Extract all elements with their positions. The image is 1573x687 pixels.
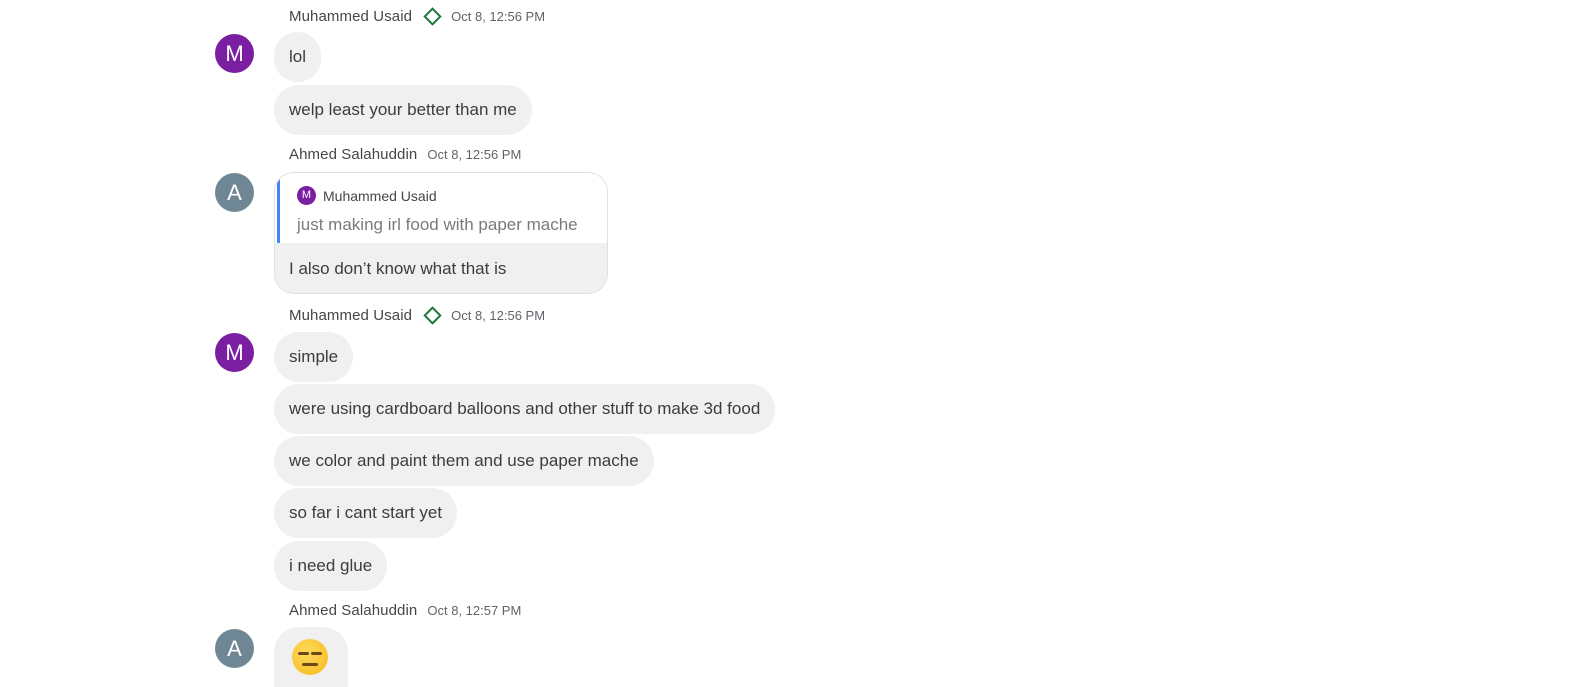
quoted-text: just making irl food with paper mache [297, 215, 578, 234]
timestamp: Oct 8, 12:57 PM [427, 602, 522, 618]
timestamp: Oct 8, 12:56 PM [451, 8, 546, 24]
message-header: Ahmed Salahuddin Oct 8, 12:56 PM [289, 144, 521, 164]
emoji-message[interactable] [274, 627, 348, 687]
quoted-message[interactable]: M Muhammed Usaid just making irl food wi… [275, 173, 607, 243]
avatar[interactable]: A [215, 173, 254, 212]
sender-name[interactable]: Ahmed Salahuddin [289, 146, 417, 163]
sender-name[interactable]: Muhammed Usaid [289, 8, 412, 25]
timestamp: Oct 8, 12:56 PM [451, 307, 546, 323]
message-bubble[interactable]: were using cardboard balloons and other … [274, 384, 776, 434]
quote-bar [277, 175, 280, 243]
message-bubble[interactable]: lol [274, 32, 322, 82]
message-header: Ahmed Salahuddin Oct 8, 12:57 PM [289, 600, 521, 620]
message-header: Muhammed Usaid Oct 8, 12:56 PM [289, 305, 545, 325]
reply-message[interactable]: M Muhammed Usaid just making irl food wi… [274, 172, 608, 294]
chat-thread: Muhammed Usaid Oct 8, 12:56 PM M lol wel… [0, 0, 1573, 687]
message-bubble[interactable]: we color and paint them and use paper ma… [274, 436, 654, 486]
message-bubble[interactable]: welp least your better than me [274, 85, 532, 135]
message-bubble[interactable]: simple [274, 332, 354, 382]
quoted-author-avatar: M [297, 186, 316, 205]
message-header: Muhammed Usaid Oct 8, 12:56 PM [289, 6, 545, 26]
avatar[interactable]: M [215, 34, 254, 73]
avatar[interactable]: A [215, 629, 254, 668]
quoted-author-name: Muhammed Usaid [323, 187, 437, 204]
diamond-icon [423, 305, 442, 325]
timestamp: Oct 8, 12:56 PM [427, 146, 522, 162]
message-bubble[interactable]: I also don’t know what that is [275, 243, 607, 293]
quoted-author-row: M Muhammed Usaid [297, 186, 437, 205]
expressionless-face-emoji-icon [292, 639, 328, 675]
message-bubble[interactable]: i need glue [274, 541, 388, 591]
avatar[interactable]: M [215, 333, 254, 372]
diamond-icon [423, 6, 442, 26]
sender-name[interactable]: Ahmed Salahuddin [289, 602, 417, 619]
message-bubble[interactable]: so far i cant start yet [274, 488, 458, 538]
sender-name[interactable]: Muhammed Usaid [289, 307, 412, 324]
